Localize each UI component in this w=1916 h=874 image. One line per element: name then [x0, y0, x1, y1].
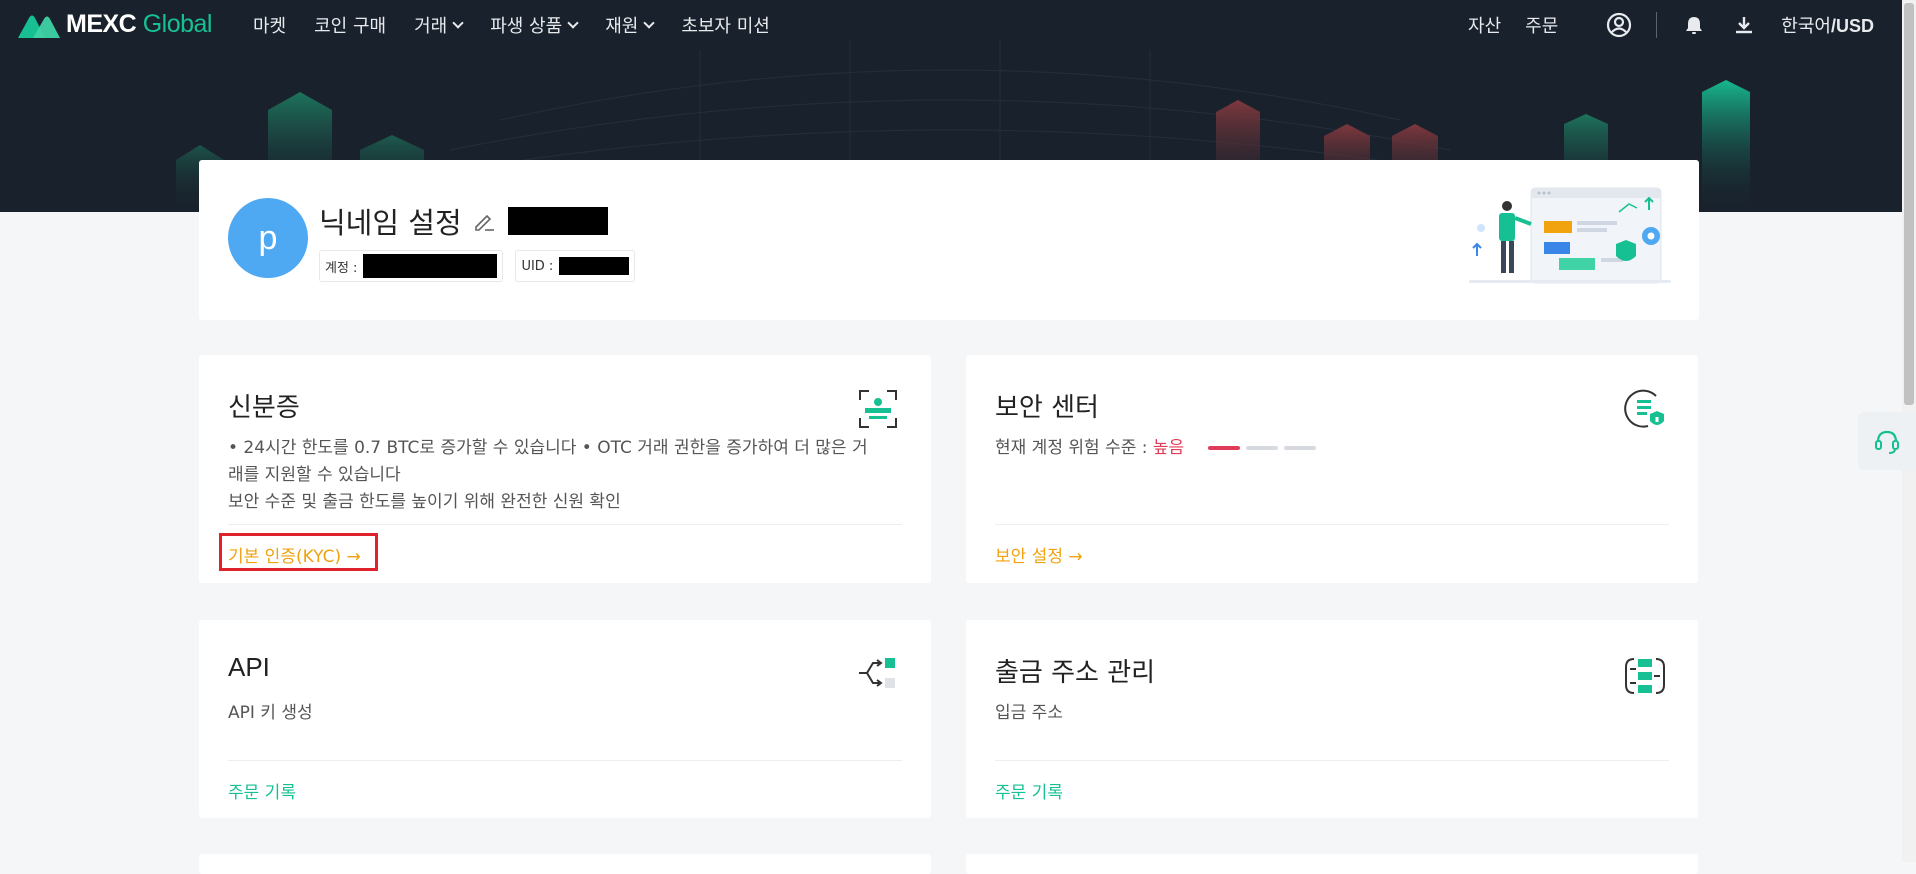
- identity-card: 신분증 • 24시간 한도를 0.7 BTC로 증가할 수 있습니다 • OTC…: [199, 355, 931, 583]
- api-desc: API 키 생성: [228, 703, 313, 723]
- withdraw-order-history-link[interactable]: 주문 기록: [995, 778, 1063, 803]
- identity-desc-line3: 보안 수준 및 출금 한도를 높이기 위해 완전한 신원 확인: [228, 492, 621, 512]
- brand-name: MEXC Global: [66, 10, 212, 38]
- risk-bar: [1207, 446, 1240, 450]
- identity-desc-line2: 래를 지원할 수 있습니다: [228, 465, 401, 485]
- kyc-link[interactable]: 기본 인증(KYC) →: [228, 542, 361, 567]
- risk-label: 현재 계정 위험 수준 :: [995, 438, 1148, 458]
- next-card-left: [199, 854, 931, 874]
- nickname-label: 닉네임 설정: [319, 206, 462, 240]
- security-card: 보안 센터 현재 계정 위험 수준 : 높음 보안 설정 →: [966, 355, 1698, 583]
- api-order-history-link[interactable]: 주문 기록: [228, 778, 296, 803]
- api-title: API: [228, 652, 270, 682]
- risk-bar: [1245, 446, 1278, 450]
- security-title: 보안 센터: [995, 393, 1099, 423]
- chevron-down-icon: [567, 16, 579, 29]
- withdraw-title: 출금 주소 관리: [995, 658, 1156, 688]
- account-tag: 계정 :: [319, 250, 504, 282]
- nav-item-derivatives[interactable]: 파생 상품: [490, 12, 579, 38]
- nickname-row: 닉네임 설정: [319, 200, 608, 242]
- uid-label: UID :: [521, 258, 554, 274]
- api-card: API API 키 생성 주문 기록: [199, 620, 931, 818]
- language-currency-select[interactable]: 한국어/USD: [1781, 12, 1874, 38]
- address-book-icon: [1625, 658, 1665, 694]
- chevron-down-icon: [643, 16, 655, 29]
- security-risk-row: 현재 계정 위험 수준 : 높음: [995, 435, 1316, 462]
- withdraw-address-card: 출금 주소 관리 입금 주소 주문 기록: [966, 620, 1698, 818]
- identity-desc: • 24시간 한도를 0.7 BTC로 증가할 수 있습니다 • OTC 거래 …: [228, 435, 908, 516]
- shield-list-icon: [1624, 389, 1664, 428]
- orders-link[interactable]: 주문: [1525, 12, 1558, 38]
- identity-desc-line1: • 24시간 한도를 0.7 BTC로 증가할 수 있습니다 • OTC 거래 …: [228, 438, 868, 458]
- withdraw-desc: 입금 주소: [995, 703, 1063, 723]
- user-circle-icon[interactable]: [1606, 12, 1632, 38]
- risk-value: 높음: [1152, 438, 1185, 458]
- security-divider: [995, 524, 1669, 525]
- account-label: 계정 :: [325, 260, 358, 276]
- profile-card: p 닉네임 설정 계정 : UID :: [199, 160, 1699, 320]
- risk-bar: [1283, 446, 1316, 450]
- nav-item-buy-crypto[interactable]: 코인 구매: [314, 12, 386, 38]
- nav-item-market[interactable]: 마켓: [253, 12, 286, 38]
- identity-title: 신분증: [228, 393, 300, 423]
- support-chat-button[interactable]: [1858, 412, 1916, 470]
- next-card-right: [966, 854, 1698, 874]
- download-icon[interactable]: [1731, 12, 1757, 38]
- assets-link[interactable]: 자산: [1468, 12, 1501, 38]
- mexc-logo-icon: [18, 15, 60, 38]
- avatar[interactable]: p: [228, 198, 308, 278]
- account-redacted: [363, 254, 498, 278]
- account-tags: 계정 : UID :: [319, 250, 636, 282]
- security-settings-link[interactable]: 보안 설정 →: [995, 542, 1083, 567]
- risk-level-bars: [1207, 446, 1316, 450]
- uid-redacted: [559, 257, 630, 275]
- uid-tag: UID :: [515, 250, 636, 282]
- api-divider: [228, 760, 902, 761]
- api-branch-icon: [859, 658, 895, 688]
- nav-item-beginner-missions[interactable]: 초보자 미션: [681, 12, 770, 38]
- profile-illustration: [1469, 187, 1671, 284]
- withdraw-divider: [995, 760, 1669, 761]
- headset-icon: [1875, 430, 1899, 454]
- bell-icon[interactable]: [1681, 12, 1707, 38]
- edit-pencil-icon[interactable]: [472, 209, 496, 233]
- brand-logo[interactable]: MEXC Global: [18, 10, 212, 39]
- nav-item-finance[interactable]: 재원: [605, 12, 655, 38]
- nav-item-trade[interactable]: 거래: [414, 12, 464, 38]
- header-divider: [1656, 12, 1658, 38]
- nickname-redacted: [507, 207, 608, 235]
- id-card-icon: [859, 390, 897, 428]
- top-navigation: MEXC Global 마켓 코인 구매 거래 파생 상품 재원 초보자 미션 …: [0, 0, 1916, 50]
- header-right: 자산 주문 한국어/USD: [1468, 0, 1916, 50]
- scrollbar-thumb[interactable]: [1904, 3, 1914, 405]
- chevron-down-icon: [452, 16, 464, 29]
- main-nav: 마켓 코인 구매 거래 파생 상품 재원 초보자 미션: [253, 12, 798, 38]
- identity-divider: [228, 524, 902, 525]
